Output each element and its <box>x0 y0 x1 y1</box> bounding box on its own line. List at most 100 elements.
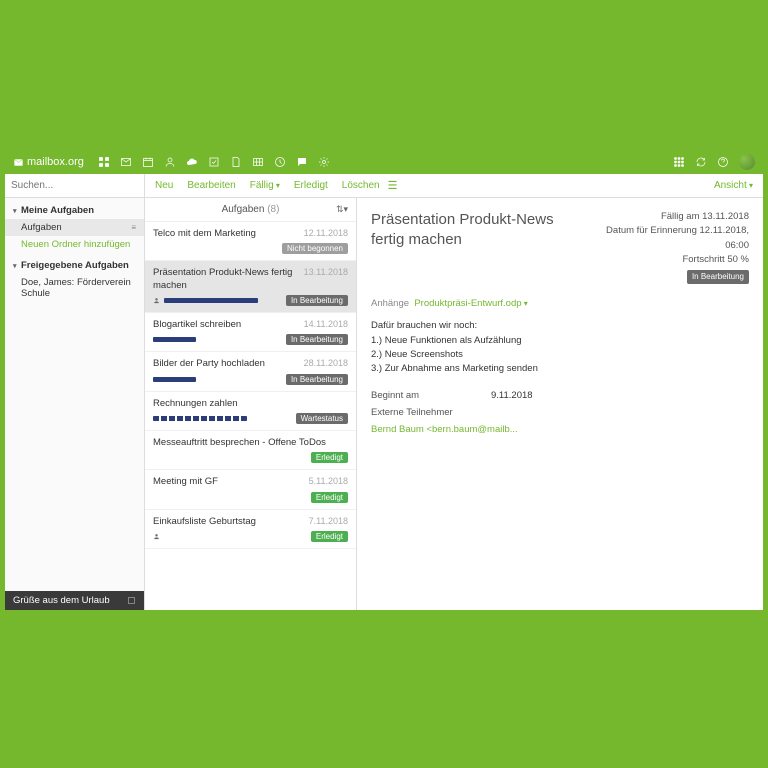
sidebar-item-shared[interactable]: Doe, James: Förderverein Schule <box>5 274 144 302</box>
sidebar-section-label: Freigegebene Aufgaben <box>21 260 129 271</box>
task-date: 13.11.2018 <box>304 267 348 277</box>
expand-icon[interactable] <box>127 596 136 605</box>
settings-icon[interactable] <box>318 156 330 168</box>
progress-bar <box>153 377 196 382</box>
list-count: (8) <box>267 204 279 215</box>
tasks-icon[interactable] <box>208 156 220 168</box>
task-title: Bilder der Party hochladen <box>153 358 300 370</box>
toolbar: Neu Bearbeiten Fällig Erledigt Löschen ☰… <box>5 174 763 198</box>
detail-start-row: Beginnt am 9.11.2018 <box>371 390 749 401</box>
list-title: Aufgaben <box>222 204 265 215</box>
cloud-icon[interactable] <box>186 156 198 168</box>
topbar-right <box>673 154 755 170</box>
apps-icon[interactable] <box>673 156 685 168</box>
mail-nav-icon[interactable] <box>120 156 132 168</box>
detail-pane: Präsentation Produkt-News fertig machen … <box>357 198 763 610</box>
detail-status-badge: In Bearbeitung <box>687 270 749 284</box>
search-box[interactable] <box>5 174 145 198</box>
sidebar-section-mytasks[interactable]: ▾Meine Aufgaben <box>5 202 144 219</box>
detail-header: Präsentation Produkt-News fertig machen … <box>371 210 749 284</box>
done-button[interactable]: Erledigt <box>294 180 328 191</box>
body: ▾Meine Aufgaben Aufgaben ≡ Neuen Ordner h… <box>5 198 763 610</box>
document-icon[interactable] <box>230 156 242 168</box>
sidebar-item-tasks[interactable]: Aufgaben ≡ <box>5 219 144 236</box>
detail-due: Fällig am 13.11.2018 <box>603 210 749 224</box>
task-date: 7.11.2018 <box>309 516 348 526</box>
app-window: mailbox.org Neu Bearbe <box>5 150 763 610</box>
refresh-icon[interactable] <box>695 156 707 168</box>
task-item[interactable]: Messeauftritt besprechen - Offene ToDos E… <box>145 431 356 470</box>
task-item[interactable]: Meeting mit GF5.11.2018Erledigt <box>145 470 356 509</box>
task-item[interactable]: Einkaufsliste Geburtstag 7.11.2018 Erledig… <box>145 510 356 549</box>
list-header: Aufgaben (8) ⇅▾ <box>145 198 356 222</box>
task-title: Messeauftritt besprechen - Offene ToDos <box>153 437 344 449</box>
detail-ext-row: Externe Teilnehmer <box>371 407 749 418</box>
delete-button[interactable]: Löschen <box>342 180 380 191</box>
start-label: Beginnt am <box>371 390 491 401</box>
detail-participant[interactable]: Bernd Baum <bern.baum@mailb... <box>371 424 749 435</box>
start-value: 9.11.2018 <box>491 390 533 401</box>
detail-attachments: Anhänge Produktpräsi-Entwurf.odp <box>371 298 749 309</box>
detail-meta: Fällig am 13.11.2018 Datum für Erinnerun… <box>603 210 749 284</box>
sidebar-section-shared[interactable]: ▾Freigegebene Aufgaben <box>5 257 144 274</box>
chat-icon[interactable] <box>296 156 308 168</box>
footer-text: Grüße aus dem Urlaub <box>13 595 110 606</box>
status-badge: Wartestatus <box>296 413 348 424</box>
task-date: 28.11.2018 <box>304 358 348 368</box>
brand: mailbox.org <box>13 156 84 168</box>
task-title: Blogartikel schreiben <box>153 319 300 331</box>
task-item[interactable]: Telco mit dem Marketing 12.11.2018 Nicht b… <box>145 222 356 261</box>
status-badge: In Bearbeitung <box>286 295 348 306</box>
avatar[interactable] <box>739 154 755 170</box>
edit-button[interactable]: Bearbeiten <box>187 180 235 191</box>
detail-reminder: Datum für Erinnerung 12.11.2018, 06:00 <box>603 224 749 253</box>
status-badge: Erledigt <box>311 452 348 463</box>
task-item[interactable]: Rechnungen zahlenWartestatus <box>145 392 356 431</box>
task-date: 14.11.2018 <box>304 319 348 329</box>
sort-icon[interactable]: ⇅▾ <box>336 204 348 215</box>
status-badge: Erledigt <box>311 492 348 503</box>
task-date: 12.11.2018 <box>304 228 348 238</box>
spreadsheet-icon[interactable] <box>252 156 264 168</box>
progress-bar <box>164 298 258 303</box>
app-switcher <box>98 156 330 168</box>
detail-title: Präsentation Produkt-News fertig machen <box>371 210 591 284</box>
detail-body: Dafür brauchen wir noch: 1.) Neue Funkti… <box>371 319 749 376</box>
task-title: Einkaufsliste Geburtstag <box>153 516 305 528</box>
task-date: 5.11.2018 <box>309 476 348 486</box>
progress-bar <box>153 416 247 421</box>
user-icon <box>153 533 160 540</box>
sidebar: ▾Meine Aufgaben Aufgaben ≡ Neuen Ordner h… <box>5 198 145 610</box>
sidebar-footer[interactable]: Grüße aus dem Urlaub <box>5 591 144 610</box>
status-badge: In Bearbeitung <box>286 374 348 385</box>
help-icon[interactable] <box>717 156 729 168</box>
status-badge: Erledigt <box>311 531 348 542</box>
task-list: Aufgaben (8) ⇅▾ Telco mit dem Marketing 1… <box>145 198 357 610</box>
task-title: Telco mit dem Marketing <box>153 228 300 240</box>
task-item[interactable]: Blogartikel schreiben 14.11.2018 In Bearbe… <box>145 313 356 352</box>
sidebar-section-label: Meine Aufgaben <box>21 205 94 216</box>
clock-icon[interactable] <box>274 156 286 168</box>
topbar: mailbox.org <box>5 150 763 174</box>
menu-icon[interactable]: ≡ <box>131 223 136 232</box>
sidebar-new-folder[interactable]: Neuen Ordner hinzufügen <box>5 236 144 253</box>
grid-icon[interactable] <box>98 156 110 168</box>
task-item[interactable]: Präsentation Produkt-News fertig machen1… <box>145 261 356 313</box>
contacts-icon[interactable] <box>164 156 176 168</box>
status-badge: In Bearbeitung <box>286 334 348 345</box>
sidebar-item-label: Aufgaben <box>21 222 62 233</box>
view-dropdown[interactable]: Ansicht <box>714 180 763 191</box>
search-input[interactable] <box>11 180 143 191</box>
user-icon <box>153 297 160 304</box>
calendar-icon[interactable] <box>142 156 154 168</box>
new-button[interactable]: Neu <box>155 180 173 191</box>
attachments-label: Anhänge <box>371 298 409 309</box>
body-line: 1.) Neue Funktionen als Aufzählung <box>371 334 749 348</box>
status-badge: Nicht begonnen <box>282 243 348 254</box>
body-line: 3.) Zur Abnahme ans Marketing senden <box>371 362 749 376</box>
due-dropdown[interactable]: Fällig <box>250 180 280 191</box>
task-item[interactable]: Bilder der Party hochladen 28.11.2018 In B… <box>145 352 356 391</box>
mail-icon <box>13 157 24 168</box>
list-menu-icon[interactable]: ☰ <box>380 179 406 192</box>
attachment-file[interactable]: Produktpräsi-Entwurf.odp <box>414 298 527 309</box>
